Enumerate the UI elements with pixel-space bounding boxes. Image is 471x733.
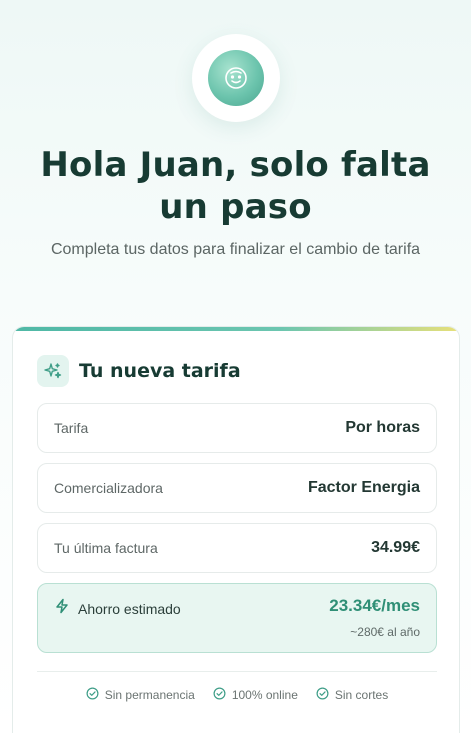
perk-item: 100% online xyxy=(213,687,298,703)
savings-box: Ahorro estimado 23.34€/mes ~280€ al año xyxy=(37,583,437,653)
page-subtitle: Completa tus datos para finalizar el cam… xyxy=(50,241,421,258)
perk-label: 100% online xyxy=(231,688,298,702)
perk-item: Sin cortes xyxy=(316,687,388,703)
check-circle-icon xyxy=(86,687,99,703)
row-comercializadora: Comercializadora Factor Energia xyxy=(37,463,437,513)
row-value: Por horas xyxy=(345,419,420,436)
tariff-card: Tu nueva tarifa Tarifa Por horas Comerci… xyxy=(12,326,460,733)
row-value: Factor Energia xyxy=(307,479,420,496)
perk-label: Sin cortes xyxy=(334,688,389,702)
smiley-face-icon xyxy=(208,50,264,106)
perks-list: Sin permanencia 100% online Sin cortes xyxy=(37,687,437,703)
row-label: Tu última factura xyxy=(54,540,158,556)
row-ultima-factura: Tu última factura 34.99€ xyxy=(37,523,437,573)
divider xyxy=(37,671,437,672)
avatar xyxy=(192,34,280,122)
perk-label: Sin permanencia xyxy=(104,688,195,702)
savings-value: 23.34€/mes xyxy=(329,596,420,615)
savings-yearly: ~280€ al año xyxy=(350,625,420,639)
savings-label: Ahorro estimado xyxy=(78,600,181,617)
card-title: Tu nueva tarifa xyxy=(79,360,241,382)
row-label: Tarifa xyxy=(54,420,89,436)
perk-item: Sin permanencia xyxy=(86,687,195,703)
card-header: Tu nueva tarifa xyxy=(37,355,241,387)
sparkles-icon xyxy=(37,355,69,387)
row-value: 34.99€ xyxy=(371,539,420,556)
card-accent-bar xyxy=(13,327,459,331)
check-circle-icon xyxy=(316,687,329,703)
row-label: Comercializadora xyxy=(54,480,163,496)
row-tarifa: Tarifa Por horas xyxy=(37,403,437,453)
lightning-icon xyxy=(54,598,70,619)
check-circle-icon xyxy=(213,687,226,703)
page-title: Hola Juan, solo falta un paso xyxy=(40,145,431,227)
